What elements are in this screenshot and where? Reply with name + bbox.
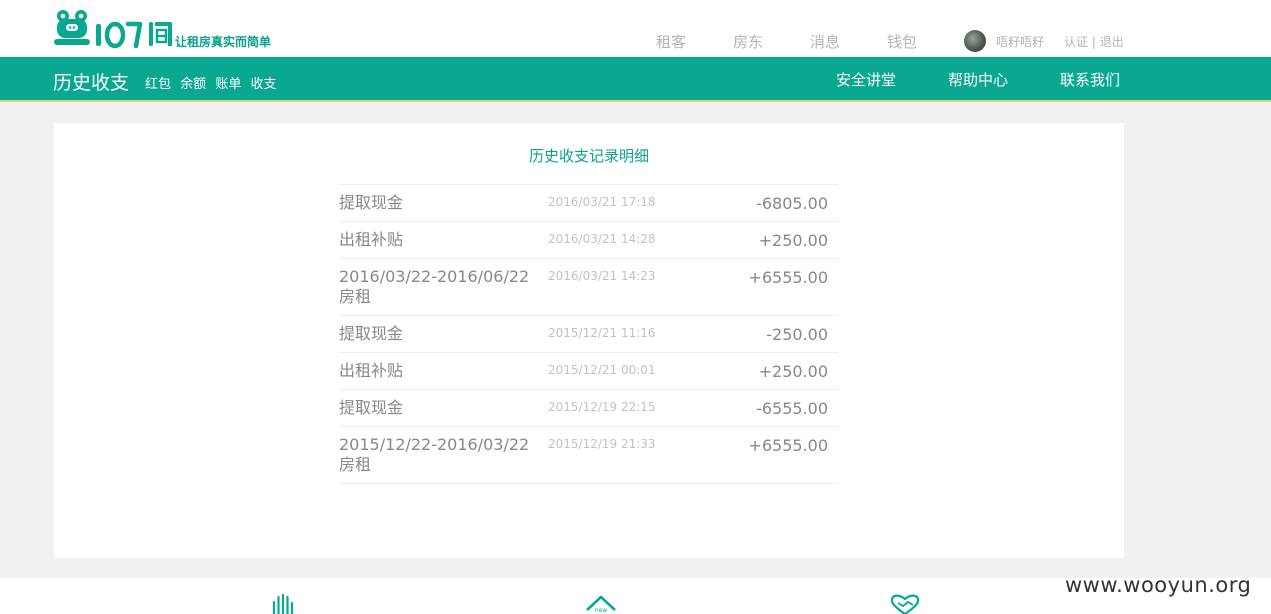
list-item: 出租补贴 2015/12/21 00:01 +250.00 xyxy=(339,353,838,390)
watermark: www.wooyun.org xyxy=(1065,573,1252,597)
new-badge-text: new xyxy=(595,607,607,614)
record-time: 2015/12/19 21:33 xyxy=(548,437,656,451)
auth-separator: | xyxy=(1088,35,1100,49)
nav-item-landlord[interactable]: 房东 xyxy=(733,31,763,52)
list-item: 提取现金 2015/12/21 11:16 -250.00 xyxy=(339,316,838,353)
sub-link-bills[interactable]: 账单 xyxy=(215,77,241,92)
record-name: 提取现金 xyxy=(339,193,404,212)
record-amount: -6555.00 xyxy=(756,399,828,418)
help-center-link[interactable]: 帮助中心 xyxy=(948,69,1008,90)
record-name: 2016/03/22-2016/06/22房租 xyxy=(339,267,530,306)
record-time: 2015/12/19 22:15 xyxy=(548,400,656,414)
record-time: 2016/03/21 14:28 xyxy=(548,232,656,246)
list-item: 2015/12/22-2016/03/22房租 2015/12/19 21:33… xyxy=(339,427,838,484)
record-amount: +6555.00 xyxy=(748,436,828,455)
record-amount: +250.00 xyxy=(758,231,828,250)
nav-item-tenant[interactable]: 租客 xyxy=(656,31,686,52)
record-amount: -6805.00 xyxy=(756,194,828,213)
list-item: 2016/03/22-2016/06/22房租 2016/03/21 14:23… xyxy=(339,259,838,316)
record-name: 出租补贴 xyxy=(339,230,404,249)
auth-links: 认证 | 退出 xyxy=(1064,33,1124,50)
record-time: 2015/12/21 11:16 xyxy=(548,326,656,340)
sub-link-balance[interactable]: 余额 xyxy=(180,77,206,92)
records-list: 提取现金 2016/03/21 17:18 -6805.00 出租补贴 2016… xyxy=(339,184,838,484)
list-item: 提取现金 2015/12/19 22:15 -6555.00 xyxy=(339,390,838,427)
page-title: 历史收支 xyxy=(53,72,130,94)
record-amount: -250.00 xyxy=(766,325,828,344)
new-house-icon: new xyxy=(586,595,616,614)
hand-icon xyxy=(272,593,294,614)
record-amount: +250.00 xyxy=(758,362,828,381)
record-name: 出租补贴 xyxy=(339,361,404,380)
record-amount: +6555.00 xyxy=(748,268,828,287)
records-title: 历史收支记录明细 xyxy=(528,147,649,165)
logout-link[interactable]: 退出 xyxy=(1100,35,1124,49)
record-time: 2016/03/21 14:23 xyxy=(548,269,656,283)
list-item: 出租补贴 2016/03/21 14:28 +250.00 xyxy=(339,222,838,259)
sub-links: 红包 余额 账单 收支 xyxy=(145,73,281,92)
sub-link-income-expense[interactable]: 收支 xyxy=(250,77,276,92)
record-time: 2015/12/21 00:01 xyxy=(548,363,656,377)
heart-hands-icon xyxy=(890,594,920,614)
section-nav-bar: 历史收支 红包 余额 账单 收支 安全讲堂 帮助中心 联系我们 xyxy=(0,57,1271,102)
records-card: 历史收支记录明细 提取现金 2016/03/21 17:18 -6805.00 … xyxy=(54,123,1124,558)
safety-lecture-link[interactable]: 安全讲堂 xyxy=(836,69,896,90)
verify-link[interactable]: 认证 xyxy=(1064,35,1088,49)
sub-link-red-packet[interactable]: 红包 xyxy=(145,77,171,92)
nav-item-messages[interactable]: 消息 xyxy=(810,31,840,52)
nav-item-wallet[interactable]: 钱包 xyxy=(887,31,917,52)
contact-us-link[interactable]: 联系我们 xyxy=(1060,69,1120,90)
username[interactable]: 唔籽唔籽 xyxy=(996,33,1044,50)
record-name: 提取现金 xyxy=(339,324,404,343)
user-avatar[interactable] xyxy=(964,30,986,52)
top-header: 让租房真实而简单 租客 房东 消息 钱包 唔籽唔籽 认证 | 退出 xyxy=(0,0,1271,57)
record-name: 2015/12/22-2016/03/22房租 xyxy=(339,435,530,474)
record-name: 提取现金 xyxy=(339,398,404,417)
record-time: 2016/03/21 17:18 xyxy=(548,195,656,209)
list-item: 提取现金 2016/03/21 17:18 -6805.00 xyxy=(339,185,838,222)
